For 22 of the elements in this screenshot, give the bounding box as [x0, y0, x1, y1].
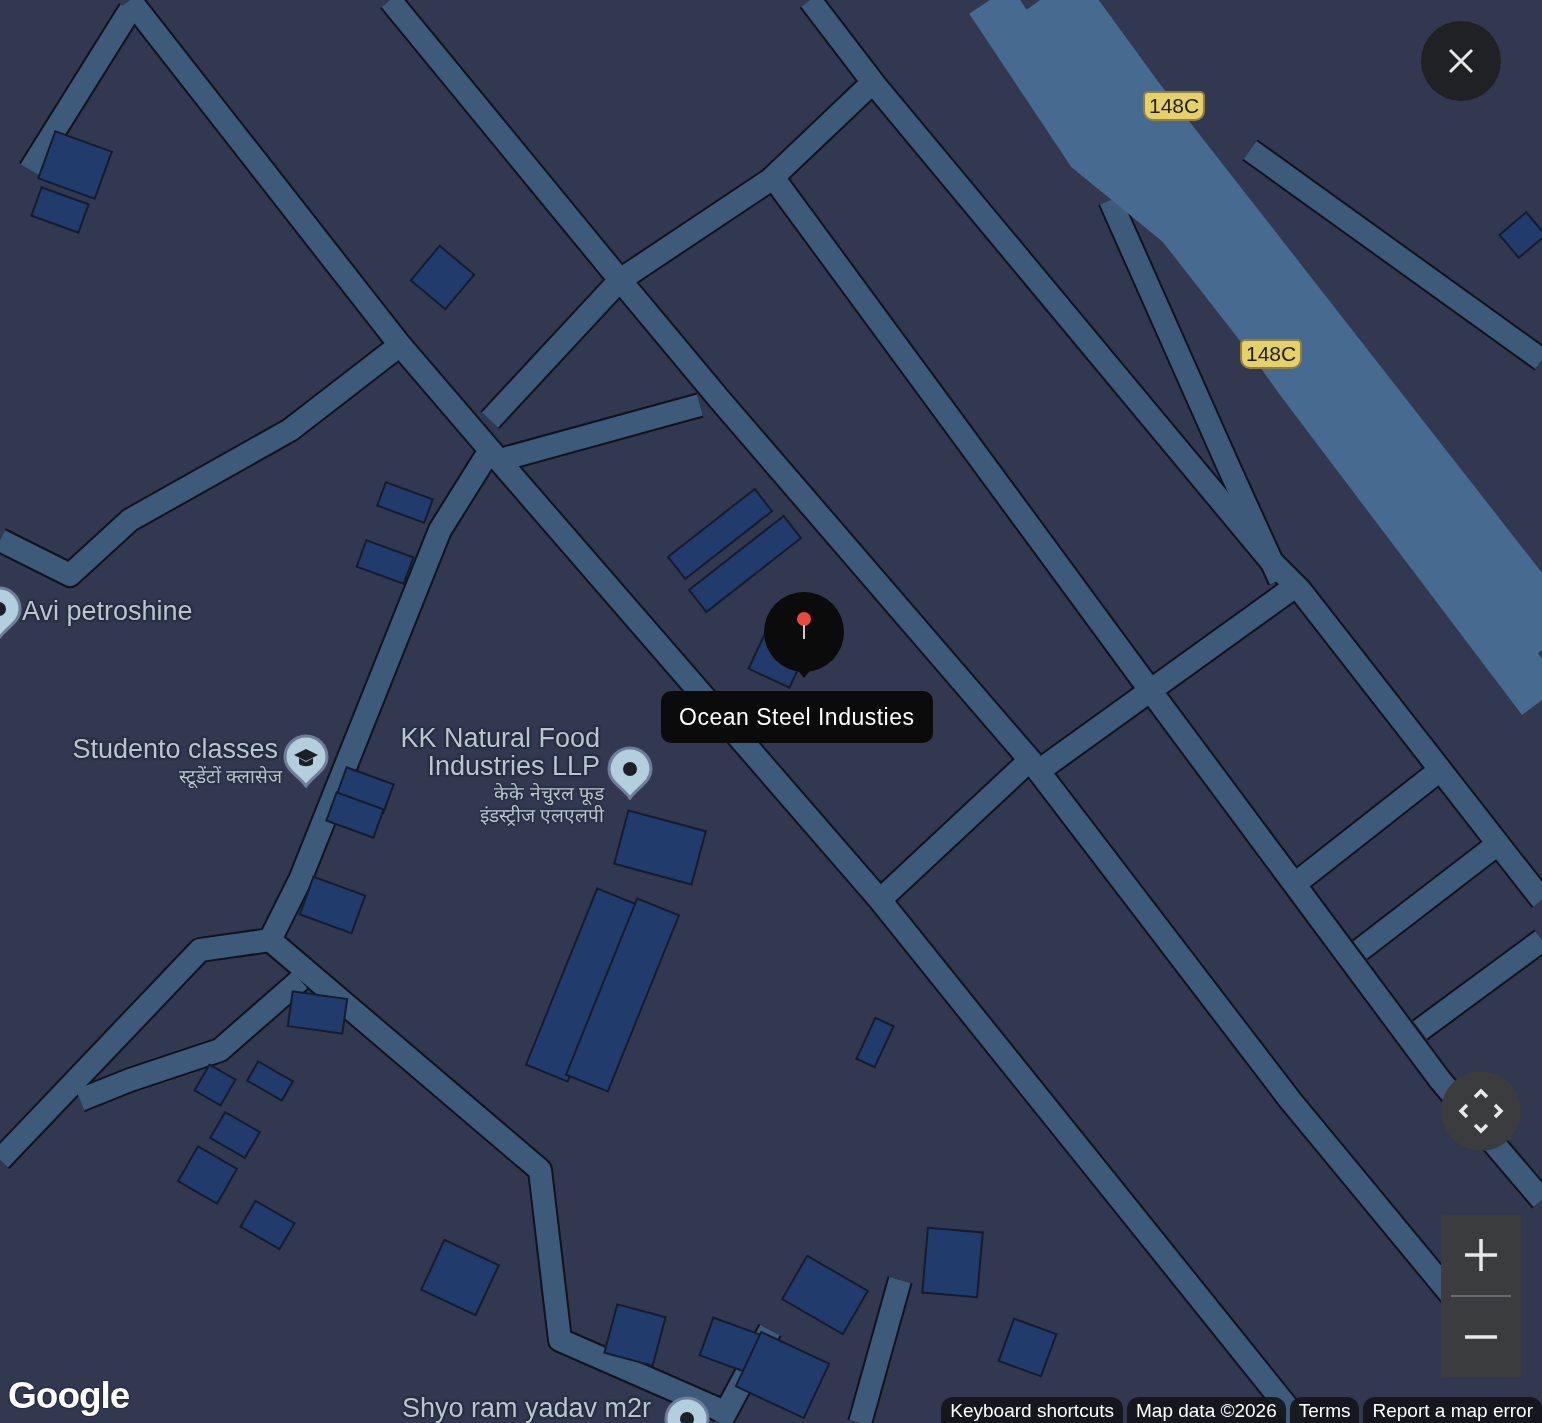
building — [286, 990, 349, 1035]
graduation-cap-pin-icon[interactable] — [283, 734, 329, 788]
attribution-link[interactable]: Keyboard shortcuts — [941, 1397, 1123, 1423]
place-label[interactable]: KK Natural Food Industries LLP — [385, 724, 600, 780]
place-local-label: स्टूडेंटों क्लासेज — [178, 766, 282, 788]
minus-icon — [1464, 1334, 1498, 1340]
place-label[interactable]: Avi petroshine — [22, 597, 193, 625]
four-arrows-icon — [1457, 1087, 1505, 1135]
place-label[interactable]: Studento classes — [18, 735, 278, 763]
place-local-label: केके नेचुरल फूड इंडस्ट्रीज एलएलपी — [478, 783, 604, 827]
plus-icon — [1464, 1238, 1498, 1272]
place-label[interactable]: Shyo ram yadav m2r — [402, 1394, 652, 1422]
attribution-link[interactable]: Terms — [1289, 1397, 1360, 1423]
route-shield: 148C — [1240, 339, 1303, 369]
place-pin-icon[interactable] — [607, 746, 653, 800]
selected-marker-icon[interactable] — [764, 592, 844, 680]
attribution-link[interactable]: Report a map error — [1363, 1397, 1542, 1423]
place-tooltip: Ocean Steel Industies — [661, 691, 933, 743]
close-icon — [1448, 48, 1474, 74]
route-shield: 148C — [1143, 91, 1206, 121]
map-logo: Google — [8, 1374, 130, 1418]
attribution-link[interactable]: Map data ©2026 — [1127, 1397, 1286, 1423]
